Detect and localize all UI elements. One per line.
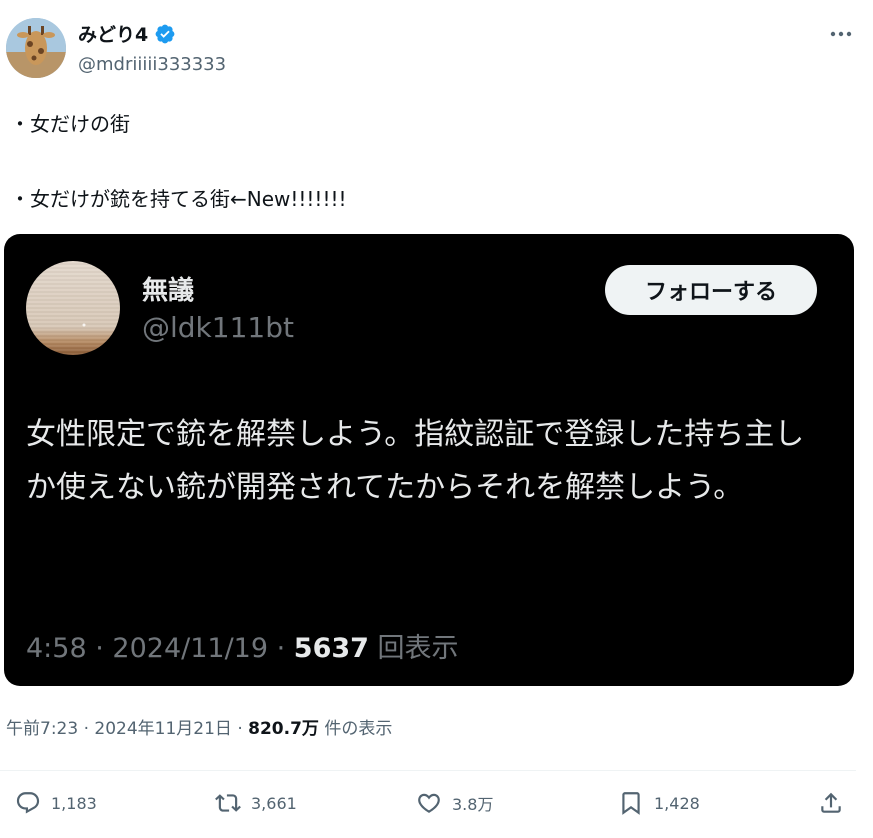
bookmark-count: 1,428 [654,793,700,813]
reply-count: 1,183 [51,793,97,813]
bookmark-button[interactable]: 1,428 [618,790,700,816]
post-text-line: ・女だけの街 [10,112,130,136]
follow-button: フォローする [605,265,817,315]
more-options-icon[interactable] [829,22,853,46]
author-display-name[interactable]: みどり4 [78,20,148,47]
author-handle[interactable]: @mdriiiii333333 [78,54,226,75]
share-button[interactable] [818,790,844,816]
separator-dot: · [276,633,294,664]
reply-icon [16,792,40,814]
post-text-line: ・女だけが銃を持てる街←New!!!!!!! [10,187,347,211]
quoted-handle: @ldk111bt [142,311,294,344]
quoted-display-name: 無議 [142,276,195,306]
quoted-post-body: 女性限定で銃を解禁しよう。指紋認証で登録した持ち主しか使えない銃が開発されてたか… [26,417,805,505]
author-avatar[interactable] [6,18,66,78]
quoted-view-suffix: 回表示 [377,633,459,664]
quoted-post-meta: 4:58 · 2024/11/19 · 5637 回表示 [26,626,459,665]
heart-icon [418,793,440,813]
post-meta: 午前7:23 · 2024年11月21日 · 820.7万 件の表示 [6,714,392,739]
like-count: 3.8万 [452,795,494,814]
post-view-count[interactable]: 820.7万 [248,719,319,739]
attached-image[interactable]: 無議 @ldk111bt フォローする 女性限定で銃を解禁しよう。指紋認証で登録… [4,234,854,686]
post-timestamp[interactable]: 午前7:23 · 2024年11月21日 · [6,719,248,739]
giraffe-avatar-image [6,18,66,78]
quoted-date: 2024/11/19 [112,633,269,664]
divider [0,770,856,771]
quoted-author-avatar [26,261,120,355]
post-view-suffix: 件の表示 [318,719,393,739]
share-icon [821,792,841,813]
verified-badge-icon[interactable] [154,23,176,45]
reply-button[interactable]: 1,183 [15,790,97,816]
retweet-count: 3,661 [251,793,297,813]
retweet-icon [215,794,241,812]
quoted-view-count: 5637 [293,633,369,664]
like-button[interactable]: 3.8万 [416,790,493,816]
retweet-button[interactable]: 3,661 [215,790,297,816]
author-name-row[interactable]: みどり4 [78,20,176,47]
bookmark-icon [622,792,640,815]
separator-dot: · [95,633,113,664]
quoted-time: 4:58 [26,633,87,664]
